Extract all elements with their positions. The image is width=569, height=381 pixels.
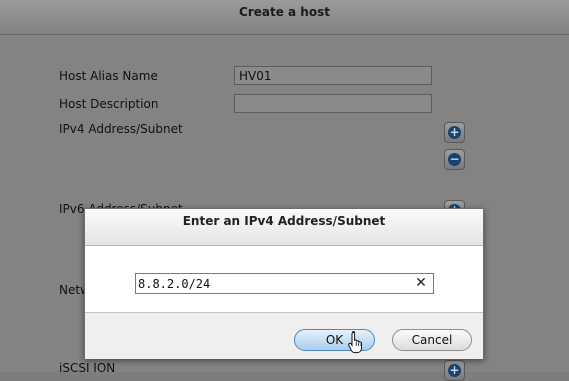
host-description-label: Host Description [59, 97, 159, 111]
host-alias-input[interactable] [234, 66, 432, 85]
ipv4-address-modal: Enter an IPv4 Address/Subnet ✕ OK Cancel [84, 208, 484, 359]
remove-ipv4-button[interactable]: − [444, 149, 465, 170]
iscsi-iqn-label: iSCSI ION [59, 361, 116, 375]
modal-footer: OK Cancel [85, 312, 483, 359]
modal-body: ✕ [85, 246, 483, 312]
host-alias-label: Host Alias Name [59, 69, 158, 83]
ipv4-address-input[interactable] [135, 273, 434, 294]
hand-pointer-icon [348, 330, 362, 354]
plus-icon: + [448, 125, 461, 139]
minus-icon: − [448, 152, 461, 166]
ipv4-address-label: IPv4 Address/Subnet [59, 122, 183, 136]
create-host-title: Create a host [239, 5, 330, 19]
host-description-input[interactable] [234, 94, 432, 113]
plus-icon: + [448, 363, 461, 377]
clear-icon[interactable]: ✕ [413, 275, 429, 291]
cancel-button[interactable]: Cancel [392, 329, 472, 351]
modal-header: Enter an IPv4 Address/Subnet [85, 209, 483, 246]
create-host-titlebar: Create a host [0, 0, 569, 35]
add-ipv4-button[interactable]: + [444, 122, 465, 143]
modal-title: Enter an IPv4 Address/Subnet [182, 214, 386, 228]
add-iscsi-button[interactable]: + [444, 360, 465, 381]
